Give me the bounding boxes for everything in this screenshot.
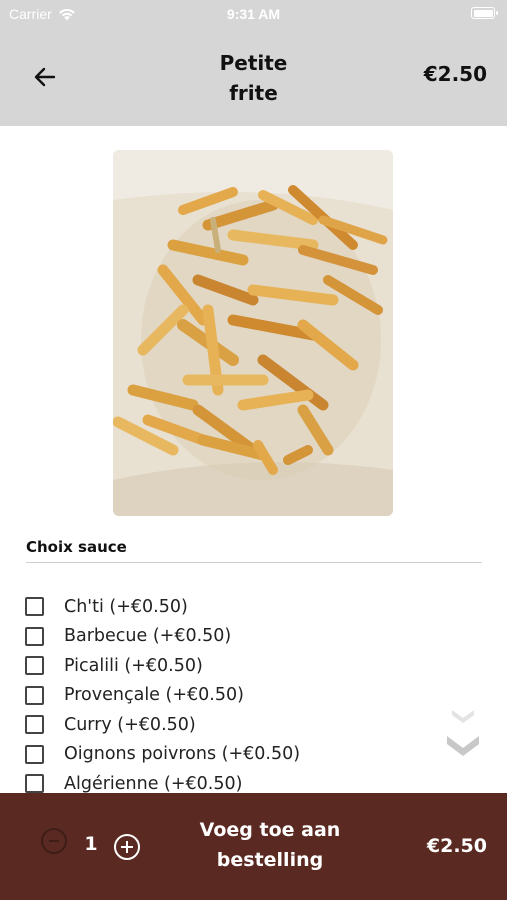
checkbox[interactable]: [25, 715, 44, 735]
option-label: Oignons poivrons (+€0.50): [64, 744, 301, 765]
section-title: Choix sauce: [26, 538, 127, 556]
option-label: Provençale (+€0.50): [64, 685, 244, 706]
back-button[interactable]: [30, 62, 60, 92]
page-title: Petite frite: [150, 48, 357, 108]
quantity-value: 1: [84, 833, 98, 855]
checkbox[interactable]: [25, 774, 44, 794]
checkbox[interactable]: [25, 744, 44, 764]
checkbox[interactable]: [25, 656, 44, 676]
option-label: Curry (+€0.50): [64, 714, 196, 735]
option-label: Picalili (+€0.50): [64, 655, 203, 676]
option-label: Barbecue (+€0.50): [64, 626, 232, 647]
option-label: Algérienne (+€0.50): [64, 773, 243, 794]
product-image: [113, 150, 393, 516]
option-row[interactable]: Ch'ti (+€0.50): [25, 592, 445, 622]
checkbox[interactable]: [25, 597, 44, 617]
sauce-options-list: Ch'ti (+€0.50) Barbecue (+€0.50) Picalil…: [25, 592, 445, 799]
add-label-line-1: Voeg toe aan: [199, 819, 341, 841]
checkbox[interactable]: [25, 685, 44, 705]
chevron-down-icon: [447, 710, 479, 756]
title-line-1: Petite: [219, 51, 288, 75]
status-time: 9:31 AM: [226, 6, 281, 22]
decrease-quantity-button[interactable]: [41, 828, 67, 854]
footer-price: €2.50: [426, 835, 487, 857]
checkbox[interactable]: [25, 626, 44, 646]
option-row[interactable]: Picalili (+€0.50): [25, 651, 445, 681]
title-line-2: frite: [229, 81, 278, 105]
add-to-order-button[interactable]: Voeg toe aan bestelling: [170, 815, 370, 875]
status-bar: Carrier 9:31 AM: [0, 0, 507, 28]
section-divider: [26, 562, 482, 563]
back-arrow-icon: [34, 67, 56, 87]
battery-icon: [471, 7, 498, 19]
option-row[interactable]: Barbecue (+€0.50): [25, 622, 445, 652]
option-label: Ch'ti (+€0.50): [64, 596, 188, 617]
option-row[interactable]: Curry (+€0.50): [25, 710, 445, 740]
header-price: €2.50: [423, 62, 487, 86]
scroll-down-hint[interactable]: [444, 706, 482, 762]
order-footer: 1 Voeg toe aan bestelling €2.50: [0, 793, 507, 900]
add-label-line-2: bestelling: [216, 849, 324, 871]
option-row[interactable]: Oignons poivrons (+€0.50): [25, 740, 445, 770]
nav-bar: Petite frite €2.50: [0, 28, 507, 126]
increase-quantity-button[interactable]: [114, 834, 140, 860]
fries-photo-icon: [113, 150, 393, 516]
option-row[interactable]: Provençale (+€0.50): [25, 681, 445, 711]
